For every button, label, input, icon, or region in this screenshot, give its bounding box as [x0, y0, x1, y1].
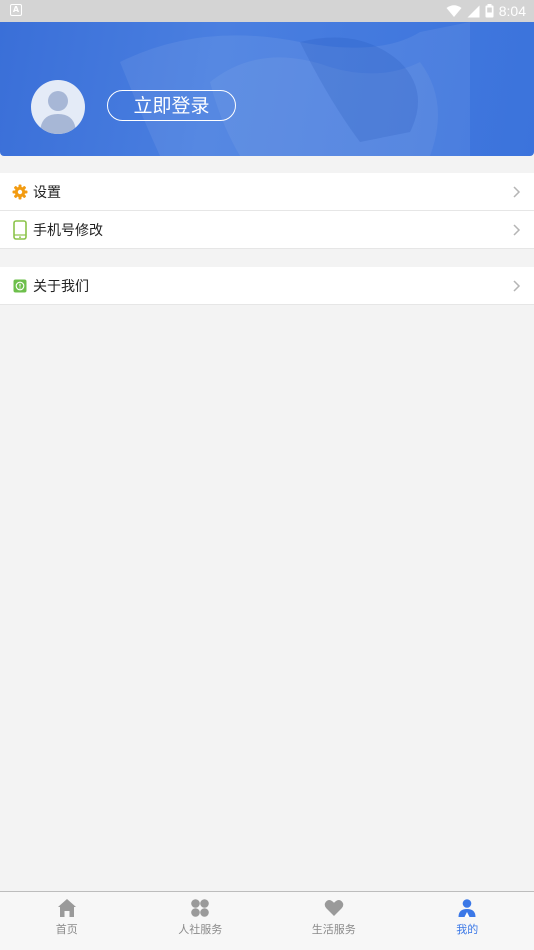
- chevron-right-icon: [513, 186, 521, 198]
- menu-group-account: 设置 手机号修改: [0, 173, 534, 249]
- status-icons: 8:04: [446, 2, 526, 20]
- gear-icon: [12, 182, 28, 202]
- chevron-right-icon: [513, 280, 521, 292]
- tab-social-services[interactable]: 人社服务: [134, 892, 268, 950]
- chevron-right-icon: [513, 224, 521, 236]
- notification-icon: A: [10, 4, 22, 16]
- menu-item-about-us[interactable]: 关于我们: [0, 267, 534, 305]
- avatar[interactable]: [31, 80, 85, 134]
- tab-label: 生活服务: [311, 923, 356, 936]
- signal-icon: [467, 5, 480, 17]
- menu-item-label: 设置: [33, 184, 61, 201]
- home-icon: [56, 897, 78, 919]
- profile-header: 立即登录: [0, 22, 534, 156]
- phone-icon: [12, 219, 28, 240]
- status-bar: A 8:04: [0, 0, 534, 22]
- menu-group-about: 关于我们: [0, 267, 534, 305]
- clock: 8:04: [498, 3, 526, 19]
- menu-item-label: 关于我们: [33, 278, 89, 295]
- banner-background-illustration: [120, 22, 470, 156]
- tab-home[interactable]: 首页: [0, 892, 134, 950]
- tab-life-services[interactable]: 生活服务: [267, 892, 401, 950]
- menu-item-settings[interactable]: 设置: [0, 173, 534, 211]
- login-button[interactable]: 立即登录: [107, 90, 236, 121]
- info-icon: [12, 276, 28, 296]
- wifi-icon: [446, 4, 462, 17]
- battery-icon: [485, 4, 494, 18]
- heart-icon: [323, 897, 345, 919]
- user-silhouette-icon: [40, 91, 76, 134]
- tab-label: 首页: [55, 923, 78, 936]
- menu-item-label: 手机号修改: [33, 222, 103, 239]
- tab-label: 人社服务: [178, 923, 223, 936]
- profile-icon: [456, 897, 478, 919]
- menu-item-phone-change[interactable]: 手机号修改: [0, 211, 534, 249]
- services-icon: [189, 897, 211, 919]
- bottom-tab-bar: 首页 人社服务 生活服务 我的: [0, 891, 534, 950]
- tab-label: 我的: [456, 923, 479, 936]
- tab-mine[interactable]: 我的: [401, 892, 534, 950]
